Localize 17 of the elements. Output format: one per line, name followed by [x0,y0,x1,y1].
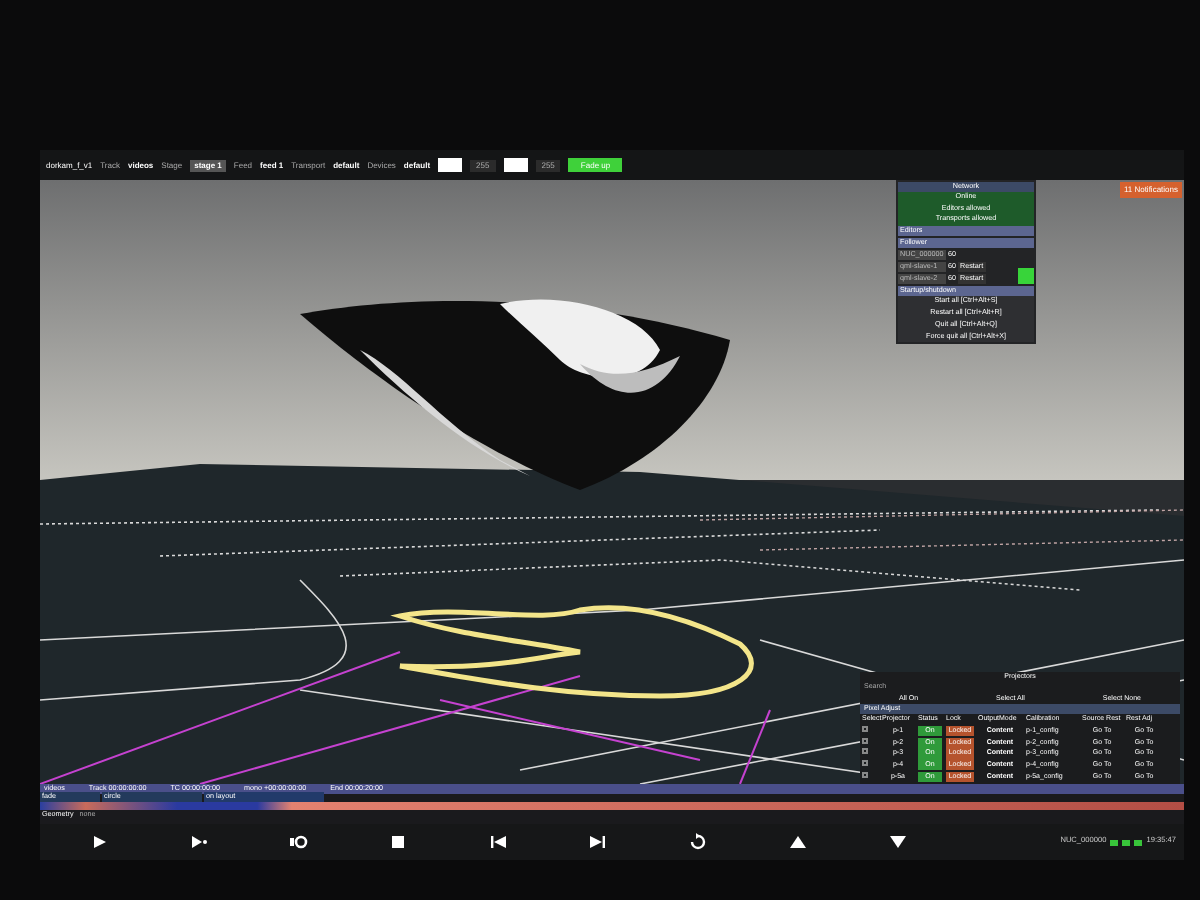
play-icon[interactable] [88,832,108,852]
stop-icon[interactable] [388,832,408,852]
row-checkbox[interactable] [862,725,868,732]
undo-icon[interactable] [688,832,708,852]
row-checkbox[interactable] [862,760,868,766]
loop-icon[interactable] [288,832,308,852]
skip-back-icon[interactable] [488,832,508,852]
down-arrow-icon[interactable] [888,832,908,852]
row-checkbox[interactable] [862,737,868,743]
color-swatch[interactable] [438,158,463,172]
play-to-icon[interactable] [188,832,208,852]
row-checkbox[interactable] [862,771,868,778]
up-arrow-icon[interactable] [788,832,808,852]
row-checkbox[interactable] [862,748,868,755]
color-swatch[interactable] [503,158,528,172]
status-indicator [1018,268,1034,285]
skip-forward-icon[interactable] [588,832,608,852]
